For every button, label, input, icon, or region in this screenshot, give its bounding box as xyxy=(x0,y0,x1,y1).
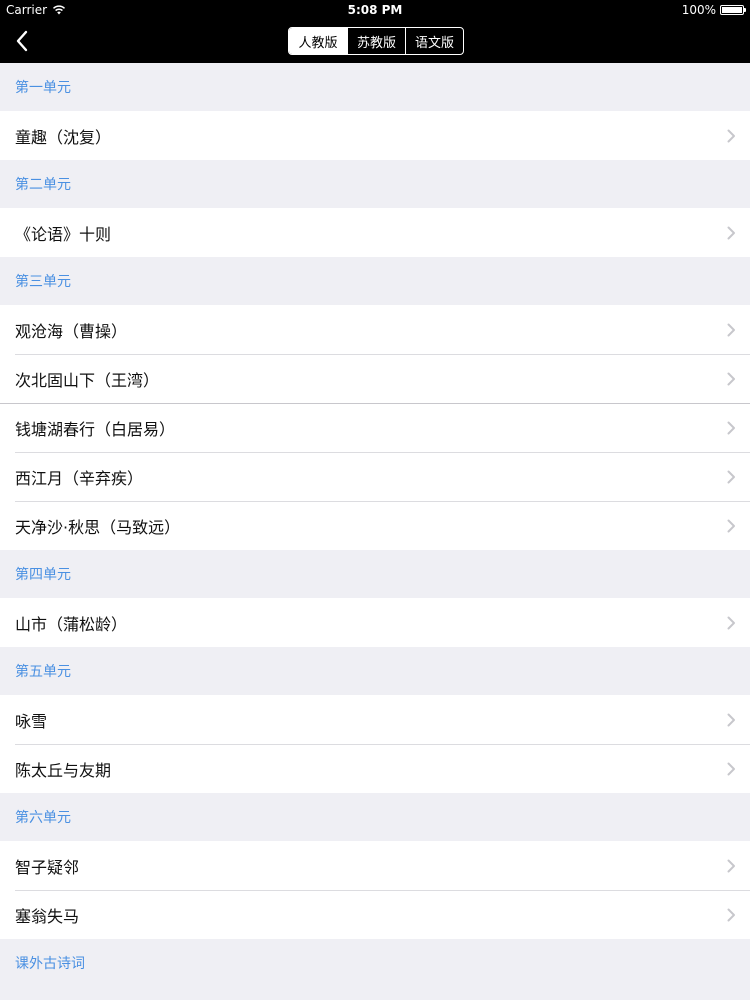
lesson-title: 天净沙·秋思（马致远） xyxy=(15,517,181,537)
battery-percent: 100% xyxy=(681,3,716,17)
lesson-row[interactable]: 塞翁失马 xyxy=(0,890,750,939)
section-header: 第五单元 xyxy=(0,647,750,695)
status-right: 100% xyxy=(681,3,746,17)
chevron-right-icon xyxy=(727,519,735,532)
lesson-list: 第一单元童趣（沈复） 第二单元《论语》十则第三单元观沧海（曹操） 次北固山下（王湾）… xyxy=(0,63,750,987)
edition-segmented-control: 人教版 苏教版 语文版 xyxy=(288,27,464,55)
lesson-row[interactable]: 钱塘湖春行（白居易） xyxy=(0,403,750,452)
lesson-row[interactable]: 山市（蒲松龄） xyxy=(0,598,750,647)
section-header: 第三单元 xyxy=(0,257,750,305)
section-header: 第六单元 xyxy=(0,793,750,841)
segment-yuwen[interactable]: 语文版 xyxy=(405,28,463,54)
chevron-left-icon xyxy=(16,30,28,52)
lesson-row[interactable]: 次北固山下（王湾） xyxy=(0,354,750,403)
chevron-right-icon xyxy=(727,713,735,726)
battery-icon xyxy=(720,5,746,15)
lesson-title: 陈太丘与友期 xyxy=(15,760,112,780)
segment-sujiao[interactable]: 苏教版 xyxy=(347,28,405,54)
lesson-row[interactable]: 童趣（沈复） xyxy=(0,111,750,160)
lesson-row[interactable]: 《论语》十则 xyxy=(0,208,750,257)
section-header: 课外古诗词 xyxy=(0,939,750,987)
chevron-right-icon xyxy=(727,470,735,483)
lesson-row[interactable]: 陈太丘与友期 xyxy=(0,744,750,793)
lesson-title: 咏雪 xyxy=(15,711,48,731)
chevron-right-icon xyxy=(727,323,735,336)
chevron-right-icon xyxy=(727,226,735,239)
status-bar: Carrier 5:08 PM 100% xyxy=(0,0,750,20)
section-header: 第一单元 xyxy=(0,63,750,111)
battery-fill xyxy=(722,7,742,13)
navigation-bar: 人教版 苏教版 语文版 xyxy=(0,20,750,63)
lesson-row[interactable]: 咏雪 xyxy=(0,695,750,744)
lesson-row[interactable]: 观沧海（曹操） xyxy=(0,305,750,354)
chevron-right-icon xyxy=(727,421,735,434)
section-header: 第四单元 xyxy=(0,550,750,598)
lesson-title: 《论语》十则 xyxy=(15,224,112,244)
lesson-title: 塞翁失马 xyxy=(15,906,80,926)
chevron-right-icon xyxy=(727,616,735,629)
chevron-right-icon xyxy=(727,129,735,142)
lesson-row[interactable]: 智子疑邻 xyxy=(0,841,750,890)
chevron-right-icon xyxy=(727,859,735,872)
section-header: 第二单元 xyxy=(0,160,750,208)
lesson-title: 童趣（沈复） xyxy=(15,127,112,147)
lesson-row[interactable]: 天净沙·秋思（马致远） xyxy=(0,501,750,550)
lesson-title: 观沧海（曹操） xyxy=(15,321,128,341)
chevron-right-icon xyxy=(727,908,735,921)
segment-renjiao[interactable]: 人教版 xyxy=(289,28,347,54)
chevron-right-icon xyxy=(727,762,735,775)
status-time: 5:08 PM xyxy=(347,3,403,17)
lesson-title: 山市（蒲松龄） xyxy=(15,614,128,634)
back-button[interactable] xyxy=(12,28,34,54)
lesson-title: 西江月（辛弃疾） xyxy=(15,468,144,488)
chevron-right-icon xyxy=(727,372,735,385)
lesson-title: 钱塘湖春行（白居易） xyxy=(15,419,176,439)
lesson-title: 智子疑邻 xyxy=(15,857,80,877)
lesson-title: 次北固山下（王湾） xyxy=(15,370,160,390)
lesson-row[interactable]: 西江月（辛弃疾） xyxy=(0,452,750,501)
